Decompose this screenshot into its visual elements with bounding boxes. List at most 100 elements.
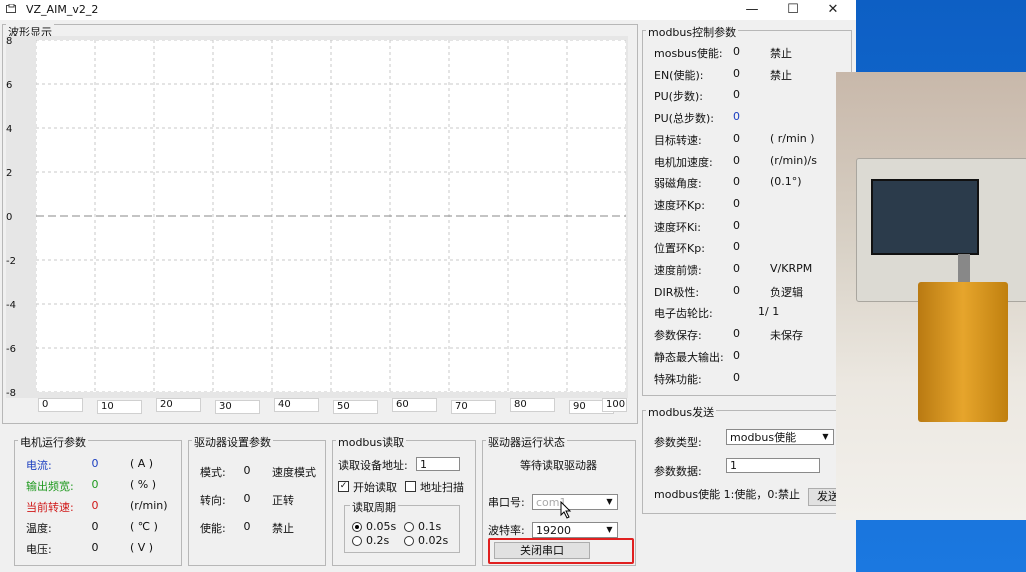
control-param-value: 0 [733, 88, 740, 102]
chevron-down-icon: ▼ [606, 497, 613, 506]
control-param-label: 速度环Kp: [654, 198, 705, 212]
oscilloscope-image [856, 158, 1026, 302]
chevron-down-icon: ▼ [606, 525, 613, 534]
control-param-value: 0 [733, 175, 740, 189]
y-axis-tick-label: 4 [6, 124, 13, 135]
control-param-desc: V/KRPM [770, 262, 813, 275]
param-type-select[interactable]: modbus使能 ▼ [726, 429, 834, 445]
control-param-desc: (r/min)/s [770, 153, 817, 167]
param-data-input[interactable]: 1 [726, 458, 820, 473]
motor-param-unit: ( V ) [130, 541, 154, 554]
x-axis-tick-label: 70 [451, 400, 496, 414]
control-param-label: 电子齿轮比: [654, 307, 713, 321]
driver-status-text: 等待读取驱动器 [520, 459, 597, 472]
x-axis-tick-label: 20 [156, 398, 201, 412]
motor-param-unit: (r/min) [130, 499, 168, 512]
motor-param-value: 0 [91, 478, 99, 491]
control-param-label: 速度前馈: [654, 264, 702, 277]
x-axis-tick-label: 30 [215, 400, 260, 414]
address-scan-label: 地址扫描 [420, 481, 464, 494]
read-address-input[interactable]: 1 [416, 457, 460, 471]
control-param-value: 0 [733, 110, 740, 124]
y-axis-tick-label: -4 [6, 300, 16, 311]
baud-rate-value: 19200 [536, 524, 571, 537]
read-address-label: 读取设备地址: [338, 459, 408, 472]
period-label-0.1s: 0.1s [418, 520, 442, 533]
chevron-down-icon: ▼ [822, 432, 829, 441]
control-param-label: 位置环Kp: [654, 242, 705, 256]
period-radio-0.02s[interactable] [404, 536, 414, 546]
y-axis-tick-label: -6 [6, 344, 16, 355]
motor-param-label: 输出频宽: [26, 480, 74, 493]
motor-params-title: 电机运行参数 [18, 434, 88, 450]
x-axis-tick-label: 0 [38, 398, 83, 412]
control-param-value: 0 [733, 45, 740, 58]
control-param-value: 0 [733, 196, 740, 210]
control-param-value: 0 [733, 66, 740, 80]
title-bar: VZ_AIM_v2_2 — ☐ ✕ [0, 0, 856, 20]
motor-param-label: 电流: [26, 459, 52, 472]
control-param-label: 电机加速度: [654, 155, 713, 169]
driver-setting-value: 0 [243, 492, 251, 505]
x-axis-tick-label: 50 [333, 400, 378, 414]
control-param-value: 1/ 1 [758, 305, 780, 319]
control-param-label: 特殊功能: [654, 372, 702, 386]
oscilloscope-screen [871, 179, 979, 255]
param-data-label: 参数数据: [654, 465, 702, 478]
control-param-label: 弱磁角度: [654, 177, 702, 191]
motor-param-label: 当前转速: [26, 501, 74, 514]
period-label-0.2s: 0.2s [366, 534, 390, 547]
motor-param-unit: ( % ) [130, 478, 157, 491]
param-type-value: modbus使能 [730, 431, 797, 444]
motor-param-value: 0 [91, 520, 99, 533]
control-param-desc: ( r/min ) [770, 131, 815, 145]
period-radio-0.1s[interactable] [404, 522, 414, 532]
baud-rate-select[interactable]: 19200 ▼ [532, 522, 618, 538]
modbus-control-title: modbus控制参数 [646, 24, 739, 40]
serial-port-label: 串口号: [488, 496, 525, 509]
control-param-label: 静态最大输出: [654, 350, 724, 364]
period-label-0.05s: 0.05s [366, 520, 397, 533]
modbus-send-title: modbus发送 [646, 404, 717, 420]
close-button[interactable]: ✕ [815, 0, 851, 20]
y-axis-tick-label: -2 [6, 256, 16, 267]
control-param-value: 0 [733, 240, 740, 254]
control-param-label: 目标转速: [654, 133, 702, 147]
address-scan-checkbox[interactable] [405, 481, 416, 492]
driver-setting-desc: 正转 [272, 494, 294, 507]
baud-rate-label: 波特率: [488, 524, 525, 537]
control-param-value: 0 [733, 283, 740, 297]
motor-param-unit: ( ℃ ) [130, 520, 158, 533]
driver-setting-label: 使能: [200, 522, 226, 535]
param-type-label: 参数类型: [654, 436, 702, 449]
y-axis-tick-label: 2 [6, 168, 13, 179]
control-param-label: DIR极性: [654, 285, 700, 299]
control-param-value: 0 [733, 348, 740, 362]
control-param-value: 0 [733, 131, 740, 145]
minimize-button[interactable]: — [734, 0, 770, 20]
start-read-label: 开始读取 [353, 481, 397, 494]
motor-param-value: 0 [91, 541, 99, 554]
period-radio-0.05s[interactable] [352, 522, 362, 532]
control-param-label: EN(使能): [654, 68, 704, 82]
x-axis-tick-label: 80 [510, 398, 555, 412]
maximize-button[interactable]: ☐ [775, 0, 811, 20]
control-param-label: 速度环Ki: [654, 220, 701, 234]
period-radio-0.2s[interactable] [352, 536, 362, 546]
control-param-label: PU(步数): [654, 90, 703, 104]
motor-param-label: 电压: [26, 543, 52, 556]
control-param-desc: 未保存 [770, 329, 803, 343]
start-read-checkbox[interactable]: ✓ [338, 481, 349, 492]
control-param-desc: 禁止 [770, 47, 792, 60]
highlight-annotation-box [488, 538, 634, 564]
motor-image [918, 282, 1008, 422]
driver-setting-label: 转向: [200, 494, 226, 507]
serial-port-select[interactable]: com1 ▼ [532, 494, 618, 510]
control-param-desc: 禁止 [770, 68, 792, 82]
app-icon [6, 3, 17, 14]
x-axis-tick-label: 40 [274, 398, 319, 412]
control-param-desc: (0.1°) [770, 175, 802, 189]
y-axis-tick-label: 8 [6, 36, 13, 47]
motor-param-label: 温度: [26, 522, 52, 535]
control-param-value: 0 [733, 153, 740, 167]
